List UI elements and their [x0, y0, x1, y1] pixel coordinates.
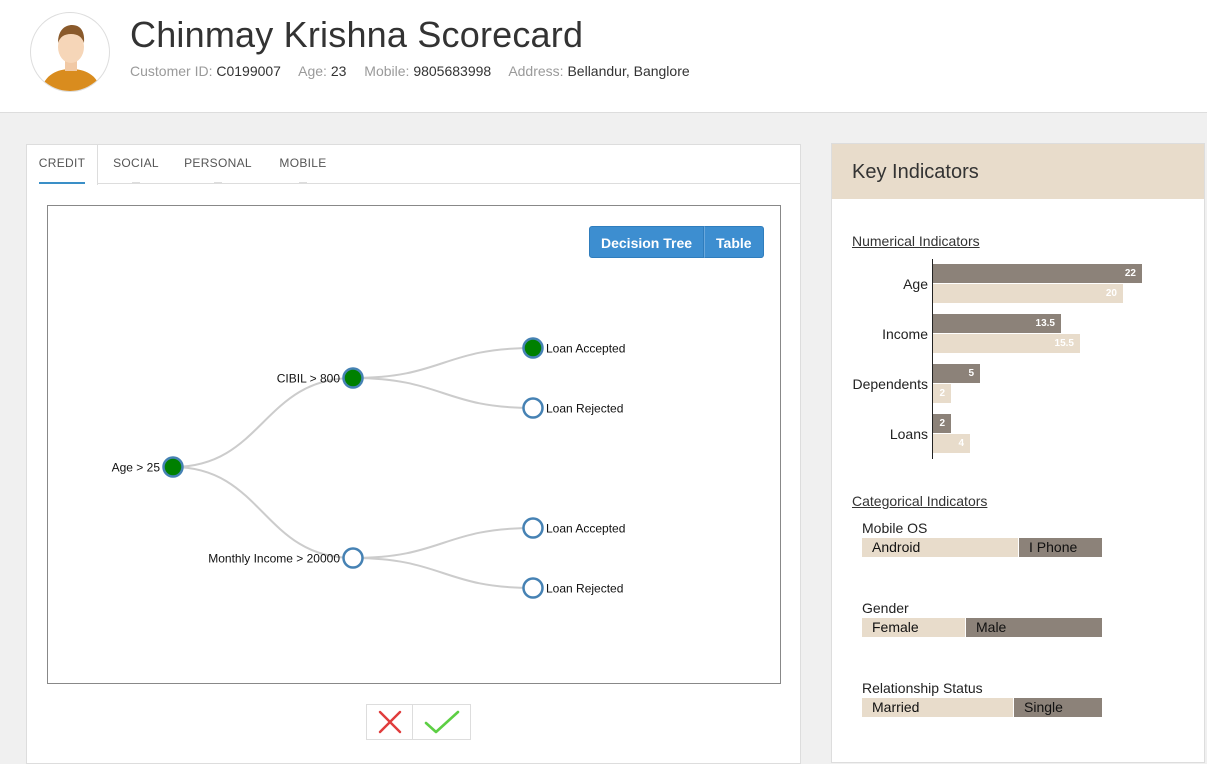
categorical-label-gender: Gender — [862, 600, 909, 616]
bar-age-reference: 20 — [933, 284, 1123, 303]
tree-node-cibil[interactable] — [342, 367, 364, 389]
tree-link — [352, 347, 534, 379]
decision-tree-box: Decision Tree Table Age > 25 CIBIL > 800… — [47, 205, 781, 684]
address-label: Address: — [508, 63, 564, 79]
tree-leaf-accepted-1[interactable] — [522, 337, 544, 359]
decision-tree: Age > 25 CIBIL > 800 Monthly Income > 20… — [112, 337, 625, 599]
decision-actions — [366, 704, 471, 740]
bar-income-current: 13.5 — [933, 314, 1061, 333]
tree-label-leaf-4: Loan Rejected — [546, 582, 623, 596]
avatar — [30, 12, 110, 92]
tree-label-cibil: CIBIL > 800 — [277, 372, 341, 386]
tree-link — [352, 557, 534, 589]
bar-income-reference: 15.5 — [933, 334, 1080, 353]
bar-dependents-reference: 2 — [933, 384, 951, 403]
tab-social[interactable]: SOCIAL — [98, 145, 174, 184]
mobile-os-android-segment: Android — [862, 538, 1018, 557]
tab-personal-label: PERSONAL — [184, 156, 252, 170]
bar-loans-current: 2 — [933, 414, 951, 433]
tab-bar: CREDIT SOCIAL PERSONAL MOBILE — [27, 145, 800, 185]
tree-node-root[interactable] — [162, 456, 184, 478]
relationship-married-segment: Married — [862, 698, 1013, 717]
tree-label-income: Monthly Income > 20000 — [208, 552, 340, 566]
tree-leaf-rejected-2[interactable] — [522, 577, 544, 599]
bar-loans-reference: 4 — [933, 434, 970, 453]
gender-male-segment: Male — [966, 618, 1102, 637]
customer-meta: Customer ID: C0199007 Age: 23 Mobile: 98… — [130, 63, 704, 79]
user-avatar-icon — [41, 25, 101, 91]
tree-label-leaf-1: Loan Accepted — [546, 342, 625, 356]
tree-link — [172, 466, 354, 559]
numerical-indicators-title: Numerical Indicators — [852, 233, 980, 249]
tab-mobile-tick — [299, 182, 307, 184]
check-icon — [424, 710, 459, 734]
age-label: Age: — [298, 63, 327, 79]
key-indicators-header: Key Indicators — [832, 144, 1204, 199]
key-indicators-title: Key Indicators — [852, 161, 979, 183]
customer-id-value: C0199007 — [216, 63, 281, 79]
tree-label-root: Age > 25 — [112, 461, 161, 475]
mobile-value: 9805683998 — [413, 63, 492, 79]
tab-mobile-label: MOBILE — [279, 156, 327, 170]
header: Chinmay Krishna Scorecard Customer ID: C… — [0, 0, 1207, 113]
numerical-label-income: Income — [882, 326, 928, 342]
reject-button[interactable] — [366, 704, 413, 740]
categorical-indicators-title: Categorical Indicators — [852, 493, 988, 509]
tree-link — [172, 377, 354, 468]
categorical-label-mobile-os: Mobile OS — [862, 520, 928, 536]
tree-label-leaf-2: Loan Rejected — [546, 402, 623, 416]
address-value: Bellandur, Banglore — [567, 63, 690, 79]
gender-female-segment: Female — [862, 618, 965, 637]
tab-credit-label: CREDIT — [38, 156, 86, 170]
relationship-single-segment: Single — [1014, 698, 1102, 717]
active-tab-indicator — [39, 182, 85, 184]
tree-link — [352, 377, 534, 409]
mobile-os-iphone-segment: I Phone — [1019, 538, 1102, 557]
tab-mobile[interactable]: MOBILE — [262, 145, 344, 184]
customer-id-label: Customer ID: — [130, 63, 213, 79]
close-icon — [378, 710, 401, 734]
accept-button[interactable] — [413, 704, 471, 740]
tab-social-label: SOCIAL — [113, 156, 159, 170]
mobile-label: Mobile: — [364, 63, 410, 79]
tab-social-tick — [132, 182, 140, 184]
tree-link — [352, 527, 534, 559]
tree-leaf-rejected-1[interactable] — [522, 397, 544, 419]
tree-leaf-accepted-2[interactable] — [522, 517, 544, 539]
bar-dependents-current: 5 — [933, 364, 980, 383]
tab-credit[interactable]: CREDIT — [27, 145, 98, 185]
tab-personal-tick — [214, 182, 222, 184]
tree-label-leaf-3: Loan Accepted — [546, 522, 625, 536]
key-indicators-panel: Key Indicators Numerical Indicators Age … — [831, 143, 1205, 763]
tab-personal[interactable]: PERSONAL — [174, 145, 262, 184]
categorical-label-relationship: Relationship Status — [862, 680, 983, 696]
numerical-label-dependents: Dependents — [852, 376, 928, 392]
tree-node-income[interactable] — [342, 547, 364, 569]
numerical-label-loans: Loans — [889, 426, 928, 442]
bar-age-current: 22 — [933, 264, 1142, 283]
numerical-label-age: Age — [903, 276, 928, 292]
age-value: 23 — [330, 63, 347, 79]
page-title: Chinmay Krishna Scorecard — [130, 14, 584, 55]
scorecard-panel: CREDIT SOCIAL PERSONAL MOBILE Decision T… — [26, 144, 801, 764]
